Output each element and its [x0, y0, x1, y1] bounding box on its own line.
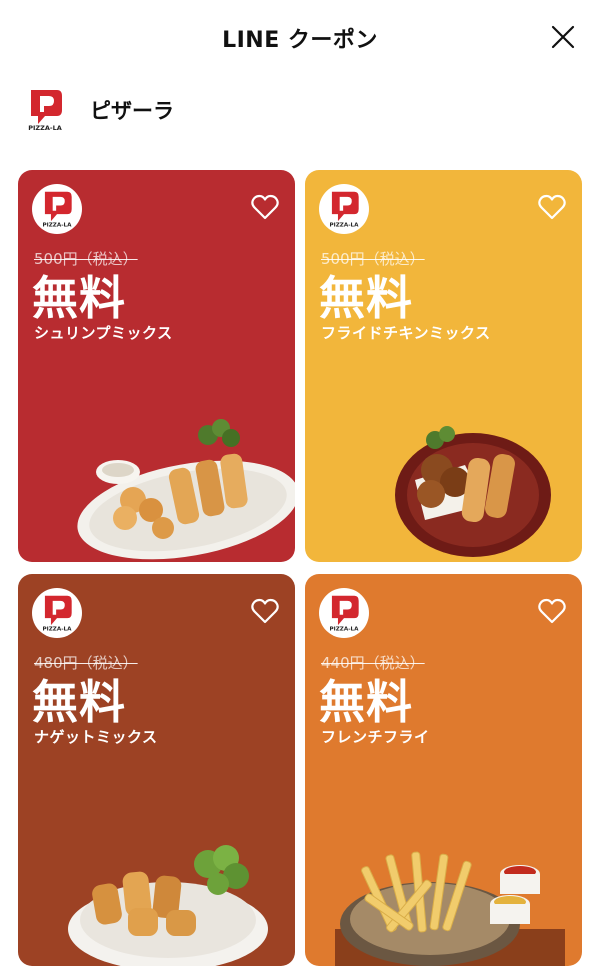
- free-label: 無料: [32, 675, 126, 729]
- page-title: LINE クーポン: [222, 28, 378, 53]
- coupon-card-nugget-mix[interactable]: PIZZA-LA 480円（税込） 無料 ナゲットミックス: [18, 574, 295, 966]
- pizzala-logo-icon: PIZZA-LA: [43, 191, 73, 228]
- item-name: ナゲットミックス: [34, 728, 158, 746]
- nugget-mix-image: [68, 845, 268, 966]
- favorite-heart-icon[interactable]: [251, 598, 279, 624]
- card-logo: PIZZA-LA: [32, 184, 82, 234]
- fried-chicken-mix-image: [395, 426, 551, 557]
- top-bar: LINE クーポン: [0, 0, 600, 78]
- coupon-card-shrimp-mix[interactable]: PIZZA-LA 500円（税込） 無料 シュリンプミックス: [18, 170, 295, 562]
- brand-name: ピザーラ: [90, 99, 174, 123]
- svg-text:PIZZA-LA: PIZZA-LA: [28, 124, 62, 132]
- free-label: 無料: [319, 675, 413, 729]
- favorite-heart-icon[interactable]: [538, 598, 566, 624]
- svg-text:PIZZA-LA: PIZZA-LA: [330, 222, 360, 228]
- close-icon[interactable]: [550, 24, 576, 50]
- pizzala-logo-icon: PIZZA-LA: [43, 595, 73, 632]
- item-name: フレンチフライ: [321, 728, 430, 746]
- free-label: 無料: [32, 271, 126, 325]
- brand-row[interactable]: PIZZA-LA ピザーラ: [26, 86, 174, 134]
- french-fries-image: [335, 851, 565, 966]
- card-logo: PIZZA-LA: [319, 184, 369, 234]
- pizzala-logo-icon: PIZZA-LA: [330, 595, 360, 632]
- pizzala-logo-icon: PIZZA-LA: [330, 191, 360, 228]
- card-logo: PIZZA-LA: [32, 588, 82, 638]
- shrimp-mix-image: [77, 419, 295, 560]
- free-label: 無料: [319, 271, 413, 325]
- svg-text:PIZZA-LA: PIZZA-LA: [43, 626, 73, 632]
- item-name: フライドチキンミックス: [321, 324, 491, 342]
- pizzala-logo-icon: PIZZA-LA: [26, 88, 64, 132]
- coupon-card-fried-chicken-mix[interactable]: PIZZA-LA 500円（税込） 無料 フライドチキンミックス: [305, 170, 582, 562]
- svg-text:PIZZA-LA: PIZZA-LA: [330, 626, 360, 632]
- svg-text:PIZZA-LA: PIZZA-LA: [43, 222, 73, 228]
- card-logo: PIZZA-LA: [319, 588, 369, 638]
- item-name: シュリンプミックス: [34, 324, 173, 342]
- favorite-heart-icon[interactable]: [251, 194, 279, 220]
- coupon-card-french-fries[interactable]: PIZZA-LA 440円（税込） 無料 フレンチフライ: [305, 574, 582, 966]
- favorite-heart-icon[interactable]: [538, 194, 566, 220]
